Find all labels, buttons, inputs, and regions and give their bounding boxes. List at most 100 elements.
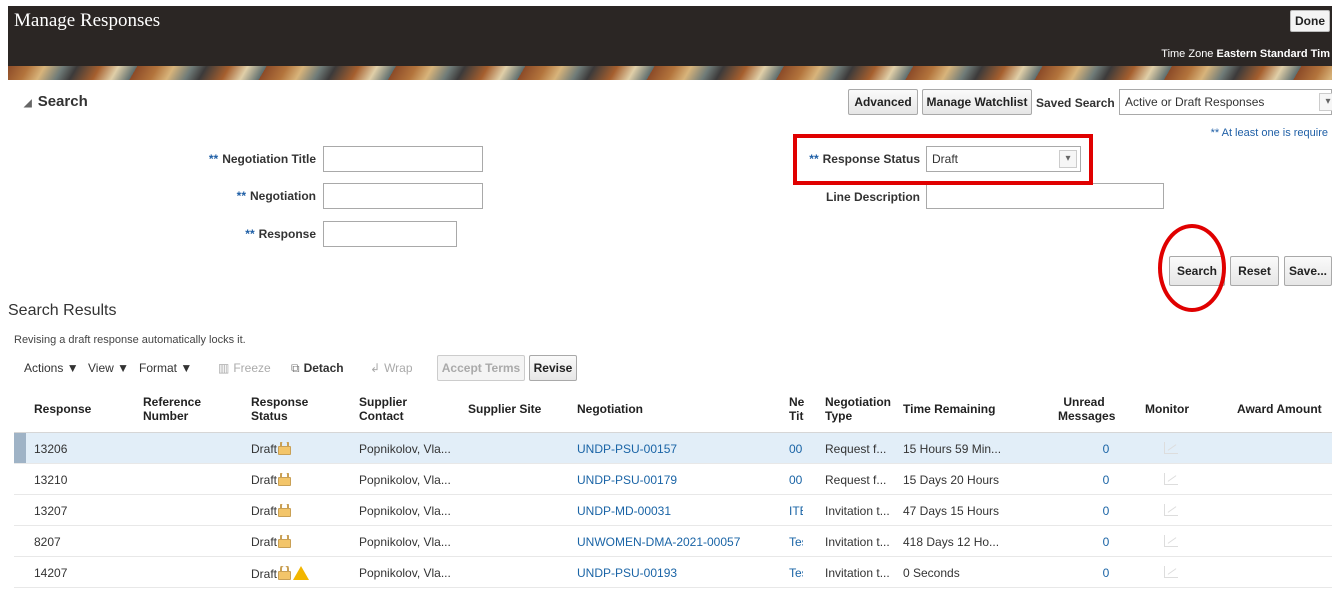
cell-negotiation-type: Invitation t... bbox=[825, 535, 890, 549]
revise-button[interactable]: Revise bbox=[529, 355, 577, 381]
warning-icon bbox=[293, 566, 310, 580]
monitor-chart-icon[interactable] bbox=[1164, 504, 1178, 516]
results-note: Revising a draft response automatically … bbox=[14, 334, 246, 346]
table-row[interactable]: 8207 Draft Popnikolov, Vla... UNWOMEN-DM… bbox=[14, 526, 1332, 557]
col-header-negotiation-title[interactable]: Ne Tit bbox=[789, 395, 805, 423]
cell-response: 13210 bbox=[34, 473, 68, 487]
cell-response-status: Draft bbox=[251, 566, 310, 581]
dropdown-arrow-icon: ▼ bbox=[117, 361, 130, 375]
unread-messages-link[interactable]: 0 bbox=[1096, 504, 1116, 518]
unread-messages-link[interactable]: 0 bbox=[1096, 535, 1116, 549]
col-header-reference-number[interactable]: Reference Number bbox=[143, 395, 213, 423]
page-title: Manage Responses bbox=[14, 10, 161, 31]
negotiation-link[interactable]: UNDP-PSU-00193 bbox=[577, 566, 677, 580]
line-description-input[interactable] bbox=[926, 183, 1164, 209]
table-row[interactable]: 13210 Draft Popnikolov, Vla... UNDP-PSU-… bbox=[14, 464, 1332, 495]
unread-messages-link[interactable]: 0 bbox=[1096, 442, 1116, 456]
monitor-chart-icon[interactable] bbox=[1164, 442, 1178, 454]
unread-messages-link[interactable]: 0 bbox=[1096, 566, 1116, 580]
freeze-button[interactable]: ▥ Freeze bbox=[218, 361, 271, 375]
saved-search-label: Saved Search bbox=[1036, 96, 1115, 110]
cell-negotiation-title[interactable]: 001 bbox=[789, 442, 803, 456]
advanced-button[interactable]: Advanced bbox=[848, 89, 918, 115]
accept-terms-button[interactable]: Accept Terms bbox=[437, 355, 525, 381]
col-header-unread-messages[interactable]: Unread Messages bbox=[1058, 395, 1115, 423]
col-header-response-status[interactable]: Response Status bbox=[251, 395, 321, 423]
col-header-negotiation-type[interactable]: Negotiation Type bbox=[825, 395, 899, 423]
cell-time-remaining: 418 Days 12 Ho... bbox=[903, 535, 1000, 549]
negotiation-link[interactable]: UNDP-MD-00031 bbox=[577, 504, 671, 518]
chevron-down-icon: ▾ bbox=[1319, 93, 1332, 111]
col-header-monitor[interactable]: Monitor bbox=[1145, 402, 1189, 416]
line-description-label: Line Description bbox=[825, 190, 920, 204]
format-menu[interactable]: Format ▼ bbox=[139, 361, 192, 375]
col-header-time-remaining[interactable]: Time Remaining bbox=[903, 402, 995, 416]
dropdown-arrow-icon: ▼ bbox=[66, 361, 79, 375]
response-input[interactable] bbox=[323, 221, 457, 247]
collapse-triangle-icon: ◢ bbox=[24, 98, 32, 109]
cell-response: 13207 bbox=[34, 504, 68, 518]
col-header-supplier-site[interactable]: Supplier Site bbox=[468, 402, 541, 416]
timezone-info: Time Zone Eastern Standard Tim bbox=[1161, 48, 1330, 60]
row-selection-marker bbox=[14, 433, 26, 463]
cell-negotiation-title[interactable]: 001 bbox=[789, 473, 803, 487]
cell-response-status: Draft bbox=[251, 473, 292, 487]
required-marker: ** bbox=[245, 227, 255, 241]
cell-negotiation-title[interactable]: Tes bbox=[789, 566, 803, 580]
done-button[interactable]: Done bbox=[1290, 10, 1330, 32]
save-search-button[interactable]: Save... bbox=[1284, 256, 1332, 286]
negotiation-label: ** Negotiation bbox=[236, 189, 316, 203]
actions-menu[interactable]: Actions ▼ bbox=[24, 361, 79, 375]
view-menu[interactable]: View ▼ bbox=[88, 361, 129, 375]
saved-search-select[interactable]: Active or Draft Responses ▾ bbox=[1119, 89, 1332, 115]
monitor-chart-icon[interactable] bbox=[1164, 473, 1178, 485]
cell-response-status: Draft bbox=[251, 535, 292, 549]
search-results-title: Search Results bbox=[8, 302, 117, 319]
decorative-banner bbox=[8, 66, 1332, 80]
table-row[interactable]: 13207 Draft Popnikolov, Vla... UNDP-MD-0… bbox=[14, 495, 1332, 526]
header-bar: Manage Responses Done Time Zone Eastern … bbox=[8, 6, 1332, 66]
cell-negotiation-type: Request f... bbox=[825, 442, 887, 456]
saved-search-value: Active or Draft Responses bbox=[1125, 95, 1265, 109]
lock-icon bbox=[278, 473, 292, 486]
table-row[interactable]: 13206 Draft Popnikolov, Vla... UNDP-PSU-… bbox=[14, 433, 1332, 464]
negotiation-title-label: ** Negotiation Title bbox=[208, 152, 316, 166]
cell-negotiation-title[interactable]: ITE bbox=[789, 504, 803, 518]
wrap-button[interactable]: ↲ Wrap bbox=[370, 361, 413, 375]
lock-icon bbox=[278, 566, 292, 580]
reset-button[interactable]: Reset bbox=[1230, 256, 1279, 286]
cell-response: 13206 bbox=[34, 442, 68, 456]
negotiation-link[interactable]: UNWOMEN-DMA-2021-00057 bbox=[577, 535, 740, 549]
monitor-chart-icon[interactable] bbox=[1164, 566, 1178, 578]
col-header-negotiation[interactable]: Negotiation bbox=[577, 402, 643, 416]
cell-time-remaining: 47 Days 15 Hours bbox=[903, 504, 1000, 518]
negotiation-input[interactable] bbox=[323, 183, 483, 209]
col-header-response[interactable]: Response bbox=[34, 402, 91, 416]
negotiation-link[interactable]: UNDP-PSU-00157 bbox=[577, 442, 677, 456]
required-note: ** At least one is require bbox=[1210, 127, 1328, 139]
cell-negotiation-title[interactable]: Tes bbox=[789, 535, 803, 549]
col-header-supplier-contact[interactable]: Supplier Contact bbox=[359, 395, 429, 423]
cell-supplier-contact: Popnikolov, Vla... bbox=[359, 442, 451, 456]
highlight-circle bbox=[1158, 224, 1226, 312]
cell-supplier-contact: Popnikolov, Vla... bbox=[359, 473, 451, 487]
lock-icon bbox=[278, 504, 292, 517]
lock-icon bbox=[278, 442, 292, 455]
table-row[interactable]: 14207 Draft Popnikolov, Vla... UNDP-PSU-… bbox=[14, 557, 1332, 588]
cell-time-remaining: 15 Days 20 Hours bbox=[903, 473, 1000, 487]
monitor-chart-icon[interactable] bbox=[1164, 535, 1178, 547]
cell-supplier-contact: Popnikolov, Vla... bbox=[359, 535, 451, 549]
cell-negotiation-type: Request f... bbox=[825, 473, 887, 487]
manage-watchlist-button[interactable]: Manage Watchlist bbox=[922, 89, 1032, 115]
cell-time-remaining: 0 Seconds bbox=[903, 566, 960, 580]
negotiation-title-input[interactable] bbox=[323, 146, 483, 172]
search-section-title: Search bbox=[37, 93, 88, 110]
unread-messages-link[interactable]: 0 bbox=[1096, 473, 1116, 487]
cell-time-remaining: 15 Hours 59 Min... bbox=[903, 442, 1002, 456]
negotiation-link[interactable]: UNDP-PSU-00179 bbox=[577, 473, 677, 487]
search-section-toggle[interactable]: ◢ Search bbox=[24, 93, 88, 110]
cell-supplier-contact: Popnikolov, Vla... bbox=[359, 504, 451, 518]
col-header-award-amount[interactable]: Award Amount bbox=[1237, 402, 1322, 416]
detach-button[interactable]: ⧉ Detach bbox=[291, 361, 344, 376]
lock-icon bbox=[278, 535, 292, 548]
